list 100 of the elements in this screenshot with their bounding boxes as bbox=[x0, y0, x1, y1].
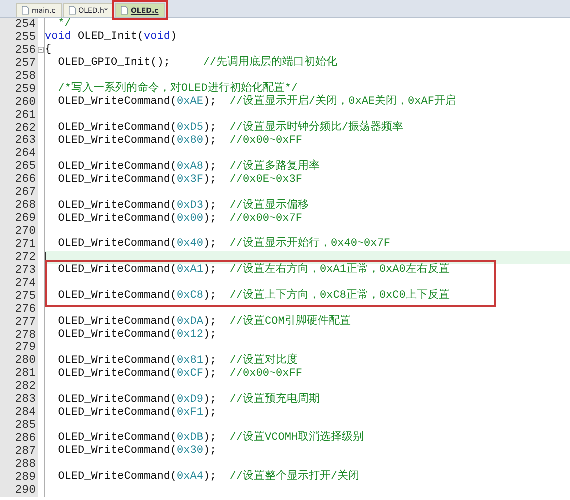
line-number: 259 bbox=[0, 82, 38, 96]
line-number: 284 bbox=[0, 406, 38, 420]
line-number: 279 bbox=[0, 341, 38, 354]
line-number: 265 bbox=[0, 160, 38, 174]
hex-literal: 0x12 bbox=[177, 328, 204, 341]
line-number: 272 bbox=[0, 250, 38, 264]
code-comment: //设置VCOMH取消选择级别 bbox=[230, 432, 364, 444]
code-text: ); bbox=[203, 160, 218, 173]
code-comment: //设置整个显示打开/关闭 bbox=[230, 471, 360, 484]
code-text: OLED_WriteCommand( bbox=[57, 290, 178, 302]
code-text: ); bbox=[203, 354, 218, 367]
hex-literal: 0xF1 bbox=[177, 406, 204, 419]
code-comment: //0x0E~0x3F bbox=[230, 174, 302, 186]
line-number: 280 bbox=[0, 354, 38, 368]
code-text: ); bbox=[203, 96, 218, 108]
code-text: ); bbox=[203, 134, 218, 147]
line-number: 261 bbox=[0, 108, 38, 122]
line-number: 270 bbox=[0, 225, 38, 238]
hex-literal: 0xD3 bbox=[177, 200, 204, 212]
code-text: OLED_WriteCommand( bbox=[57, 212, 178, 225]
code-text: ); bbox=[203, 445, 217, 458]
code-comment: /*写入一系列的命令，对OLED进行初始化配置*/ bbox=[57, 83, 298, 96]
hex-literal: 0x40 bbox=[177, 238, 204, 250]
line-number: 288 bbox=[0, 458, 38, 471]
code-comment: //先调用底层的端口初始化 bbox=[203, 57, 338, 70]
line-number: 290 bbox=[0, 484, 38, 497]
line-number: 278 bbox=[0, 328, 38, 342]
hex-literal: 0x3F bbox=[177, 174, 204, 186]
collapse-icon[interactable] bbox=[38, 47, 44, 54]
line-number: 257 bbox=[0, 56, 38, 70]
code-text: ); bbox=[203, 122, 218, 134]
hex-literal: 0xDA bbox=[177, 316, 204, 328]
code-text: OLED_WriteCommand( bbox=[57, 328, 178, 341]
hex-literal: 0xA1 bbox=[177, 264, 204, 276]
code-comment: //设置显示开启/关闭，0xAE关闭，0xAF开启 bbox=[230, 96, 456, 108]
code-text: OLED_WriteCommand( bbox=[57, 471, 178, 484]
hex-literal: 0xD5 bbox=[177, 122, 204, 134]
line-number: 260 bbox=[0, 96, 38, 109]
line-number: 273 bbox=[0, 264, 38, 277]
line-number: 289 bbox=[0, 470, 38, 484]
code-comment: //设置预充电周期 bbox=[230, 394, 320, 406]
file-icon bbox=[68, 6, 76, 15]
code-text: OLED_WriteCommand( bbox=[57, 394, 178, 406]
line-number: 262 bbox=[0, 122, 38, 134]
code-text: OLED_WriteCommand( bbox=[57, 406, 178, 419]
line-number: 263 bbox=[0, 134, 38, 148]
code-comment: //设置多路复用率 bbox=[230, 160, 320, 173]
code-text: ); bbox=[203, 432, 218, 444]
code-text: ); bbox=[203, 471, 218, 484]
hex-literal: 0x00 bbox=[177, 212, 204, 225]
line-number: 274 bbox=[0, 276, 38, 290]
code-text: ); bbox=[203, 368, 218, 380]
line-number: 277 bbox=[0, 316, 38, 328]
code-text: ); bbox=[203, 406, 217, 419]
code-comment: //设置上下方向，0xC8正常，0xC0上下反置 bbox=[230, 290, 450, 302]
code-text: ); bbox=[203, 316, 218, 328]
line-number: 285 bbox=[0, 419, 38, 432]
line-number: 287 bbox=[0, 444, 38, 458]
line-number: 266 bbox=[0, 173, 38, 186]
code-text: ); bbox=[203, 174, 218, 186]
code-text: OLED_WriteCommand( bbox=[57, 316, 178, 328]
hex-literal: 0xA4 bbox=[177, 471, 204, 484]
code-text: ); bbox=[203, 328, 217, 341]
code-text: ) bbox=[170, 31, 178, 44]
line-number: 282 bbox=[0, 380, 38, 394]
hex-literal: 0xD9 bbox=[177, 394, 204, 406]
line-number: 271 bbox=[0, 238, 38, 251]
line-number: 254 bbox=[0, 18, 38, 31]
code-comment: //设置显示偏移 bbox=[230, 200, 310, 212]
code-text: OLED_WriteCommand( bbox=[57, 445, 178, 458]
line-number: 256 bbox=[0, 44, 38, 57]
code-comment: */ bbox=[57, 18, 72, 30]
line-number: 268 bbox=[0, 199, 38, 212]
code-comment: //设置左右方向，0xA1正常，0xA0左右反置 bbox=[230, 264, 450, 276]
file-icon bbox=[22, 6, 29, 15]
file-icon bbox=[120, 6, 128, 15]
code-text: OLED_WriteCommand( bbox=[57, 354, 178, 367]
line-number: 276 bbox=[0, 302, 38, 316]
code-text: OLED_WriteCommand( bbox=[57, 368, 178, 380]
code-text: ); bbox=[203, 212, 218, 225]
code-comment: //0x00~0xFF bbox=[230, 368, 302, 380]
code-text: { bbox=[45, 44, 52, 56]
code-text: ); bbox=[203, 238, 218, 250]
hex-literal: 0x30 bbox=[177, 445, 204, 458]
hex-literal: 0xA8 bbox=[177, 160, 204, 173]
code-comment: //0x00~0xFF bbox=[230, 134, 302, 147]
code-text: OLED_Init( bbox=[77, 31, 144, 44]
line-number: 264 bbox=[0, 147, 38, 160]
code-text: ); bbox=[203, 394, 218, 406]
keyword: void bbox=[144, 31, 170, 44]
hex-literal: 0x80 bbox=[177, 134, 204, 147]
line-number: 258 bbox=[0, 70, 38, 83]
line-number: 275 bbox=[0, 290, 38, 303]
code-text: OLED_WriteCommand( bbox=[57, 174, 178, 186]
line-number: 267 bbox=[0, 186, 38, 200]
code-text: OLED_WriteCommand( bbox=[57, 160, 178, 173]
hex-literal: 0xCF bbox=[177, 368, 204, 380]
code-text: OLED_WriteCommand( bbox=[57, 238, 178, 250]
code-comment: //设置COM引脚硬件配置 bbox=[230, 316, 351, 328]
line-number: 281 bbox=[0, 367, 38, 380]
